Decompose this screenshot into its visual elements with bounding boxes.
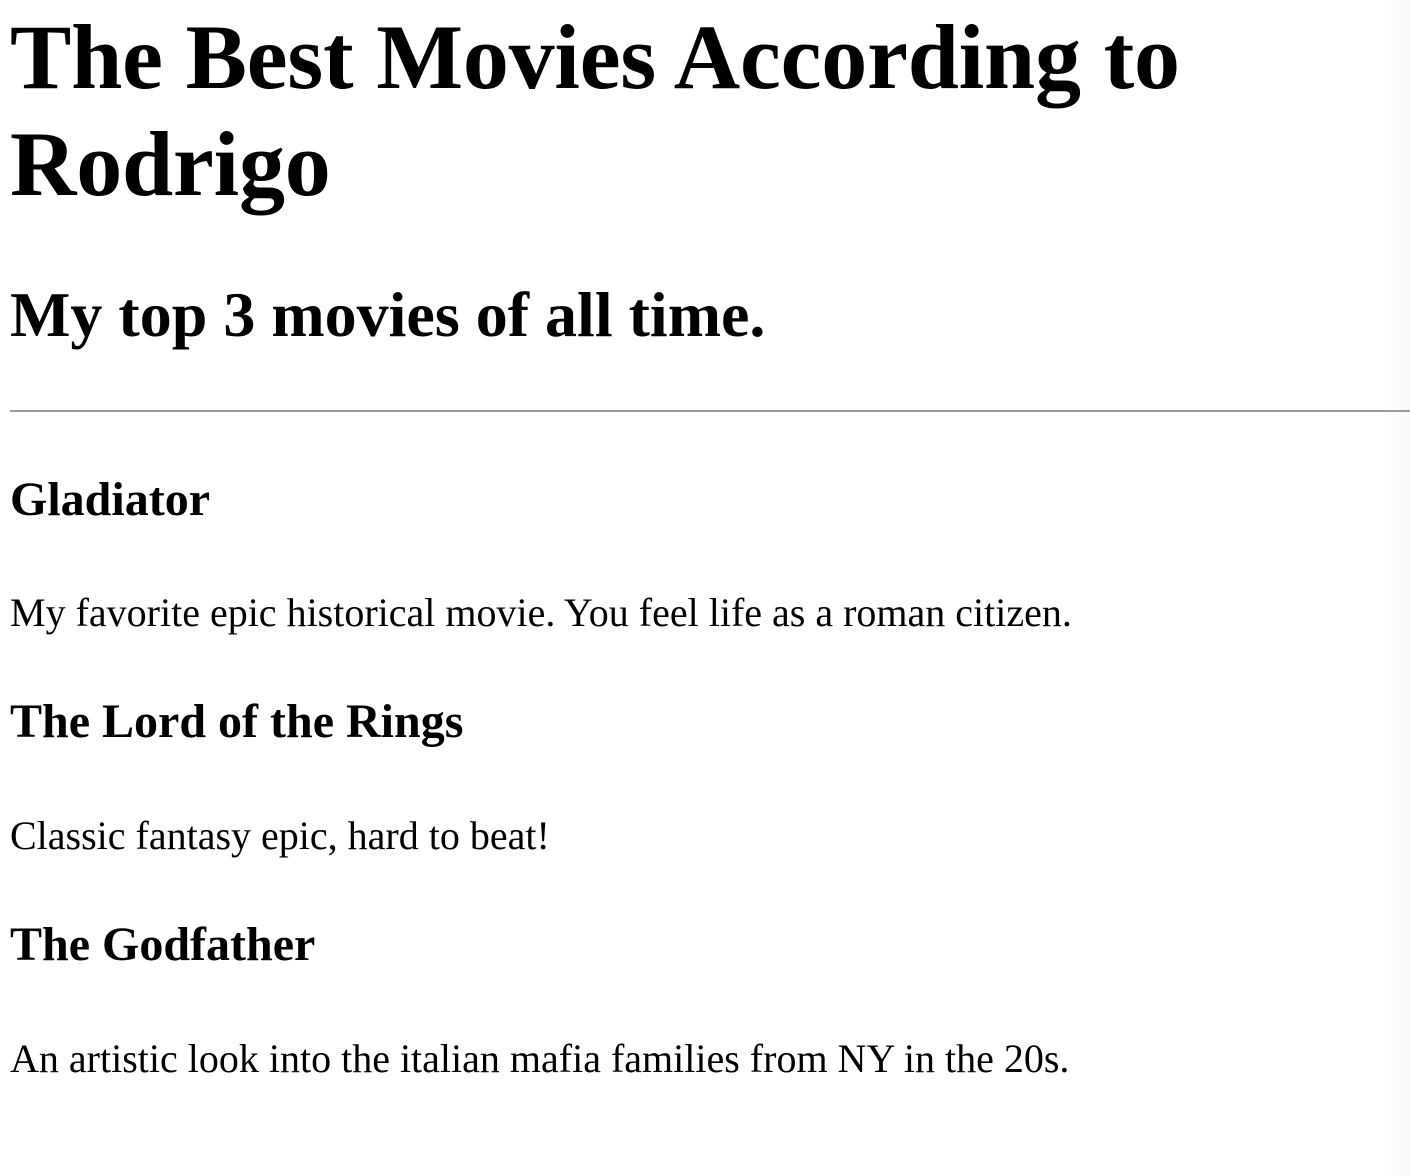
movie-description: My favorite epic historical movie. You f… [10,590,1072,635]
movie-title: The Lord of the Rings [10,695,464,748]
section-divider [10,410,1410,412]
movie-title: The Godfather [10,918,316,971]
movie-title: Gladiator [10,473,210,526]
movie-list-page: The Best Movies According to Rodrigo My … [10,0,1410,1176]
page-subtitle: My top 3 movies of all time. [10,279,766,350]
movie-description: Classic fantasy epic, hard to beat! [10,813,550,858]
page-title: The Best Movies According to Rodrigo [10,6,1180,215]
movie-description: An artistic look into the italian mafia … [10,1036,1070,1081]
